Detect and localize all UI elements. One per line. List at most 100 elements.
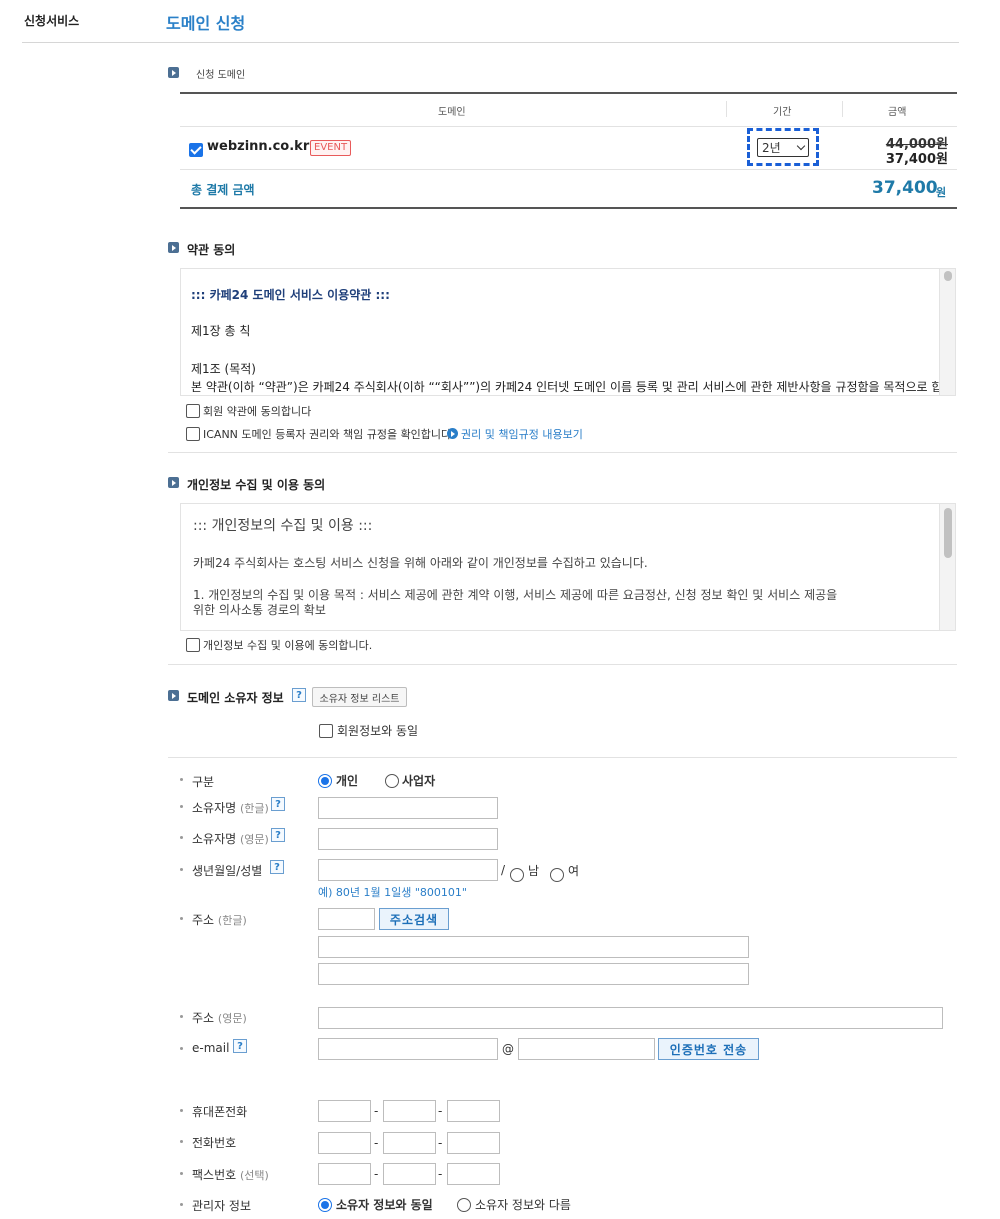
icann-link[interactable]: 권리 및 책임규정 내용보기	[461, 426, 583, 442]
mobile-input-1[interactable]	[318, 1100, 371, 1122]
col-amount-header: 금액	[888, 107, 907, 118]
scrollbar-thumb[interactable]	[944, 508, 952, 558]
chevron-down-icon	[796, 141, 806, 150]
section-divider	[168, 664, 957, 665]
row-bullet	[180, 805, 183, 808]
mobile-input-2[interactable]	[383, 1100, 436, 1122]
row-bullet	[180, 1015, 183, 1018]
mobile-input-3[interactable]	[447, 1100, 500, 1122]
phone-input-2[interactable]	[383, 1132, 436, 1154]
table-header-divider	[180, 126, 957, 127]
agree-icann-label: ICANN 도메인 등록자 권리와 책임 규정을 확인합니다.	[203, 428, 455, 441]
phone-input-3[interactable]	[447, 1132, 500, 1154]
email-help-icon[interactable]: ?	[233, 1039, 247, 1053]
row-bullet	[180, 1109, 183, 1112]
admin-diff-radio[interactable]	[457, 1198, 471, 1212]
address-kr-line1-input[interactable]	[318, 936, 749, 958]
agree-privacy-label: 개인정보 수집 및 이용에 동의합니다.	[203, 639, 373, 652]
row-bullet	[180, 1047, 183, 1050]
fax-label: 팩스번호 (선택)	[192, 1168, 269, 1182]
terms-label: 약관 동의	[187, 243, 236, 257]
header-divider	[22, 42, 959, 43]
address-en-input[interactable]	[318, 1007, 943, 1029]
admin-label: 관리자 정보	[192, 1199, 252, 1213]
row-bullet	[180, 917, 183, 920]
agree-icann-checkbox[interactable]	[186, 427, 200, 441]
name-kr-label: 소유자명 (한글)	[192, 801, 269, 815]
period-select[interactable]: 2년	[757, 138, 809, 157]
dash: -	[374, 1167, 379, 1181]
domain-checkbox[interactable]	[189, 143, 203, 157]
phone-label: 전화번호	[192, 1136, 237, 1150]
total-unit: 원	[936, 186, 947, 199]
zipcode-input[interactable]	[318, 908, 375, 930]
total-label: 총 결제 금액	[191, 183, 255, 197]
name-en-help-icon[interactable]: ?	[271, 828, 285, 842]
section-bullet-icon	[168, 690, 179, 701]
section-bullet-icon	[168, 477, 179, 488]
admin-diff-label: 소유자 정보와 다름	[475, 1198, 571, 1212]
birth-help-icon[interactable]: ?	[270, 860, 284, 874]
type-business-label: 사업자	[402, 774, 436, 788]
row-bullet	[180, 1203, 183, 1206]
admin-same-label: 소유자 정보와 동일	[336, 1198, 433, 1212]
table-bottom-border	[180, 207, 957, 209]
terms-article: 제1조 (목적)	[191, 362, 256, 376]
scrollbar-thumb[interactable]	[944, 271, 952, 281]
row-bullet	[180, 778, 183, 781]
email-label: e-mail	[192, 1041, 230, 1055]
fax-input-3[interactable]	[447, 1163, 500, 1185]
agree-member-label: 회원 약관에 동의합니다	[203, 405, 312, 418]
col-period-header: 기간	[773, 107, 792, 118]
send-code-button[interactable]: 인증번호 전송	[658, 1038, 759, 1060]
section-bullet-icon	[168, 67, 179, 78]
row-bullet	[180, 836, 183, 839]
fax-input-1[interactable]	[318, 1163, 371, 1185]
privacy-scrollbar[interactable]	[939, 504, 955, 630]
apply-domain-label: 신청 도메인	[196, 70, 246, 81]
phone-input-1[interactable]	[318, 1132, 371, 1154]
dash: -	[438, 1167, 443, 1181]
address-kr-line2-input[interactable]	[318, 963, 749, 985]
col-divider	[842, 101, 843, 117]
same-as-member-checkbox[interactable]	[319, 724, 333, 738]
agree-member-checkbox[interactable]	[186, 404, 200, 418]
terms-scrollbox[interactable]: ::: 카페24 도메인 서비스 이용약관 ::: 제1장 총 칙 제1조 (목…	[180, 268, 956, 396]
table-top-border	[180, 92, 957, 94]
owner-list-button[interactable]: 소유자 정보 리스트	[312, 687, 407, 707]
owner-help-icon[interactable]: ?	[292, 688, 306, 702]
name-kr-help-icon[interactable]: ?	[271, 797, 285, 811]
birth-slash: /	[501, 863, 506, 877]
terms-scrollbar[interactable]	[939, 269, 955, 395]
birth-input[interactable]	[318, 859, 498, 881]
type-business-radio[interactable]	[385, 774, 399, 788]
dash: -	[374, 1136, 379, 1150]
address-search-button[interactable]: 주소검색	[379, 908, 449, 930]
side-title: 신청서비스	[24, 14, 80, 28]
terms-title: ::: 카페24 도메인 서비스 이용약관 :::	[191, 288, 390, 302]
type-personal-radio[interactable]	[318, 774, 332, 788]
name-kr-input[interactable]	[318, 797, 498, 819]
birth-label: 생년월일/성별	[192, 864, 263, 878]
gender-female-radio[interactable]	[550, 868, 564, 882]
row-bullet	[180, 1140, 183, 1143]
privacy-line-3: 위한 의사소통 경로의 확보	[193, 603, 326, 617]
privacy-line-1: 카페24 주식회사는 호스팅 서비스 신청을 위해 아래와 같이 개인정보를 수…	[193, 556, 648, 570]
agree-privacy-checkbox[interactable]	[186, 638, 200, 652]
birth-hint: 예) 80년 1월 1일생 "800101"	[318, 886, 467, 899]
discount-price: 37,400원	[885, 152, 948, 167]
col-divider	[726, 101, 727, 117]
email-id-input[interactable]	[318, 1038, 498, 1060]
fax-input-2[interactable]	[383, 1163, 436, 1185]
dash: -	[438, 1104, 443, 1118]
email-domain-input[interactable]	[518, 1038, 655, 1060]
table-row-divider	[180, 169, 957, 170]
privacy-scrollbox[interactable]: ::: 개인정보의 수집 및 이용 ::: 카페24 주식회사는 호스팅 서비스…	[180, 503, 956, 631]
gender-male-radio[interactable]	[510, 868, 524, 882]
name-en-input[interactable]	[318, 828, 498, 850]
dash: -	[438, 1136, 443, 1150]
total-value: 37,400	[872, 178, 938, 198]
admin-same-radio[interactable]	[318, 1198, 332, 1212]
section-divider	[168, 757, 957, 758]
same-as-member-label: 회원정보와 동일	[337, 724, 419, 738]
